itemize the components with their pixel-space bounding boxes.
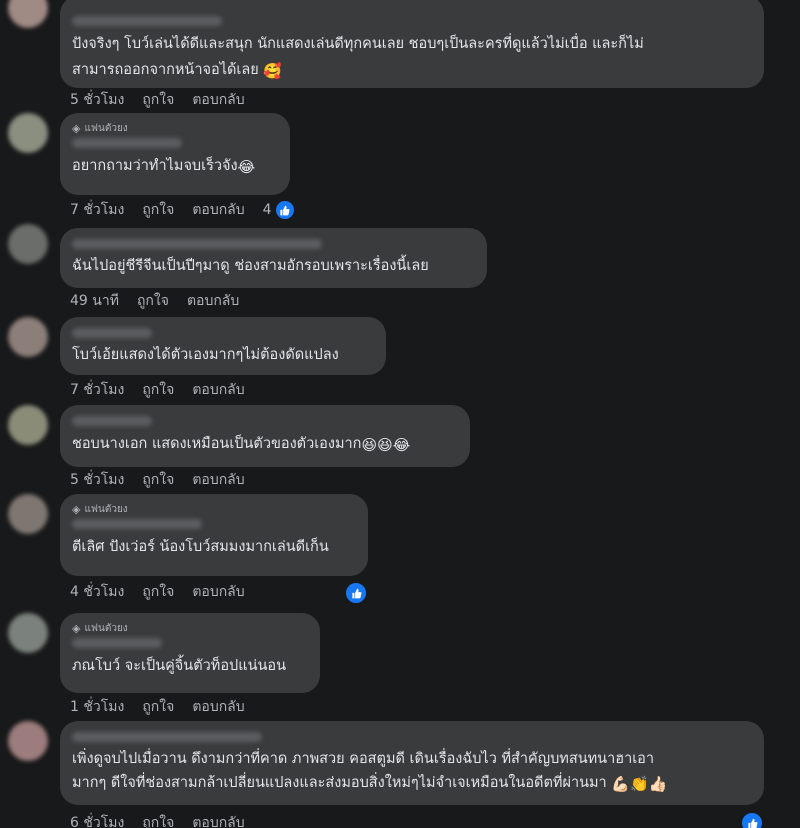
avatar[interactable]	[8, 613, 48, 653]
like-button[interactable]: ถูกใจ	[142, 581, 174, 603]
comment-bubble: เพิ่งดูจบไปเมื่อวาน ดึงามกว่าที่คาด ภาพส…	[60, 721, 764, 805]
comment-bubble: ฉันไปอยู่ชีรีจีนเป็นปีๆมาดู ช่องสามอักรอ…	[60, 228, 487, 288]
like-button[interactable]: ถูกใจ	[142, 696, 174, 718]
avatar[interactable]	[8, 494, 48, 534]
reply-button[interactable]: ตอบกลับ	[192, 469, 244, 491]
like-button[interactable]: ถูกใจ	[142, 812, 174, 828]
reply-button[interactable]: ตอบกลับ	[192, 812, 244, 828]
comment-time[interactable]: 5 ชั่วโมง	[70, 469, 124, 491]
comment-actions: 5 ชั่วโมง ถูกใจ ตอบกลับ	[70, 470, 245, 490]
comment-actions: 7 ชั่วโมง ถูกใจ ตอบกลับ	[70, 380, 245, 400]
laughing-face-icon: 😂	[237, 158, 256, 176]
avatar[interactable]	[8, 0, 48, 28]
comment-text: ตีเลิศ ปังเว่อร์ น้องโบว์สมมงมากเล่นดีเก…	[72, 539, 329, 555]
reaction-count[interactable]: 4	[263, 199, 296, 221]
like-button[interactable]: ถูกใจ	[137, 290, 169, 312]
avatar[interactable]	[8, 224, 48, 264]
comment-bubble: ◈ แฟนตัวยง ตีเลิศ ปังเว่อร์ น้องโบว์สมมง…	[60, 494, 368, 576]
comment-time[interactable]: 5 ชั่วโมง	[70, 89, 124, 111]
like-button[interactable]: ถูกใจ	[142, 199, 174, 221]
comment-actions: 4 ชั่วโมง ถูกใจ ตอบกลับ	[70, 582, 245, 602]
badge-label: แฟนตัวยง	[84, 622, 128, 634]
comment-text: ชอบนางเอก แสดงเหมือนเป็นตัวของตัวเองมาก	[72, 436, 362, 452]
thumbs-up-icon[interactable]	[344, 581, 368, 605]
laughing-face-icon: 😆😆😂	[361, 436, 411, 454]
badge-label: แฟนตัวยง	[84, 122, 128, 134]
commenter-name[interactable]	[72, 519, 202, 529]
commenter-name[interactable]	[72, 732, 262, 742]
comment-actions: 7 ชั่วโมง ถูกใจ ตอบกลับ 4	[70, 199, 296, 221]
reply-button[interactable]: ตอบกลับ	[192, 199, 244, 221]
comment-bubble: ชอบนางเอก แสดงเหมือนเป็นตัวของตัวเองมาก😆…	[60, 405, 470, 467]
reply-button[interactable]: ตอบกลับ	[192, 89, 244, 111]
reply-button[interactable]: ตอบกลับ	[187, 290, 239, 312]
comment-time[interactable]: 49 นาที	[70, 290, 119, 312]
diamond-icon: ◈	[72, 621, 81, 635]
comment-time[interactable]: 7 ชั่วโมง	[70, 199, 124, 221]
comment-text: อยากถามว่าทำไมจบเร็วจัง	[72, 158, 238, 174]
comment-bubble: โบว์เอ้ยแสดงได้ตัวเองมากๆไม่ต้องดัดแปลง	[60, 317, 386, 375]
commenter-name[interactable]	[72, 239, 322, 249]
avatar[interactable]	[8, 317, 48, 357]
comment-actions: 5 ชั่วโมง ถูกใจ ตอบกลับ	[70, 90, 245, 110]
avatar[interactable]	[8, 721, 48, 761]
top-fan-badge: ◈ แฟนตัวยง	[72, 121, 278, 135]
comments-feed: ปังจริงๆ โบว์เล่นได้ดีและสนุก นักแสดงเล่…	[0, 0, 800, 828]
reply-button[interactable]: ตอบกลับ	[192, 696, 244, 718]
comment-actions: 1 ชั่วโมง ถูกใจ ตอบกลับ	[70, 697, 245, 717]
diamond-icon: ◈	[72, 502, 81, 516]
like-button[interactable]: ถูกใจ	[142, 469, 174, 491]
badge-label: แฟนตัวยง	[84, 503, 128, 515]
commenter-name[interactable]	[72, 138, 182, 148]
thumbs-up-icon	[273, 199, 296, 221]
comment-text: ปังจริงๆ โบว์เล่นได้ดีและสนุก นักแสดงเล่…	[72, 36, 644, 78]
commenter-name[interactable]	[72, 328, 152, 338]
comment-text: ภณโบว์ จะเป็นคู่จิ้นตัวท็อปแน่นอน	[72, 658, 287, 674]
comment-time[interactable]: 6 ชั่วโมง	[70, 812, 124, 828]
comment-text: โบว์เอ้ยแสดงได้ตัวเองมากๆไม่ต้องดัดแปลง	[72, 347, 339, 363]
diamond-icon: ◈	[72, 121, 81, 135]
commenter-name[interactable]	[72, 16, 222, 26]
top-fan-badge: ◈ แฟนตัวยง	[72, 621, 308, 635]
comment-bubble: ◈ แฟนตัวยง อยากถามว่าทำไมจบเร็วจัง😂	[60, 113, 290, 195]
comment-time[interactable]: 1 ชั่วโมง	[70, 696, 124, 718]
smiling-face-with-hearts-icon: 🥰	[263, 62, 283, 80]
comment-actions: 6 ชั่วโมง ถูกใจ ตอบกลับ	[70, 813, 245, 828]
like-button[interactable]: ถูกใจ	[142, 379, 174, 401]
commenter-name[interactable]	[72, 638, 162, 648]
reply-button[interactable]: ตอบกลับ	[192, 379, 244, 401]
avatar[interactable]	[8, 405, 48, 445]
comment-text: เพิ่งดูจบไปเมื่อวาน ดึงามกว่าที่คาด ภาพส…	[72, 751, 655, 791]
comment-time[interactable]: 4 ชั่วโมง	[70, 581, 124, 603]
commenter-name[interactable]	[72, 416, 152, 426]
comment-text: ฉันไปอยู่ชีรีจีนเป็นปีๆมาดู ช่องสามอักรอ…	[72, 258, 429, 274]
muscle-clap-thumbsup-icon: 💪🏻👏👍🏻	[611, 775, 668, 793]
like-button[interactable]: ถูกใจ	[142, 89, 174, 111]
comment-bubble: ปังจริงๆ โบว์เล่นได้ดีและสนุก นักแสดงเล่…	[60, 0, 764, 88]
top-fan-badge: ◈ แฟนตัวยง	[72, 502, 356, 516]
comment-actions: 49 นาที ถูกใจ ตอบกลับ	[70, 291, 239, 311]
comment-time[interactable]: 7 ชั่วโมง	[70, 379, 124, 401]
reply-button[interactable]: ตอบกลับ	[192, 581, 244, 603]
reaction-number: 4	[262, 202, 272, 218]
comment-bubble: ◈ แฟนตัวยง ภณโบว์ จะเป็นคู่จิ้นตัวท็อปแน…	[60, 613, 320, 693]
thumbs-up-icon[interactable]	[740, 811, 764, 828]
avatar[interactable]	[8, 113, 48, 153]
